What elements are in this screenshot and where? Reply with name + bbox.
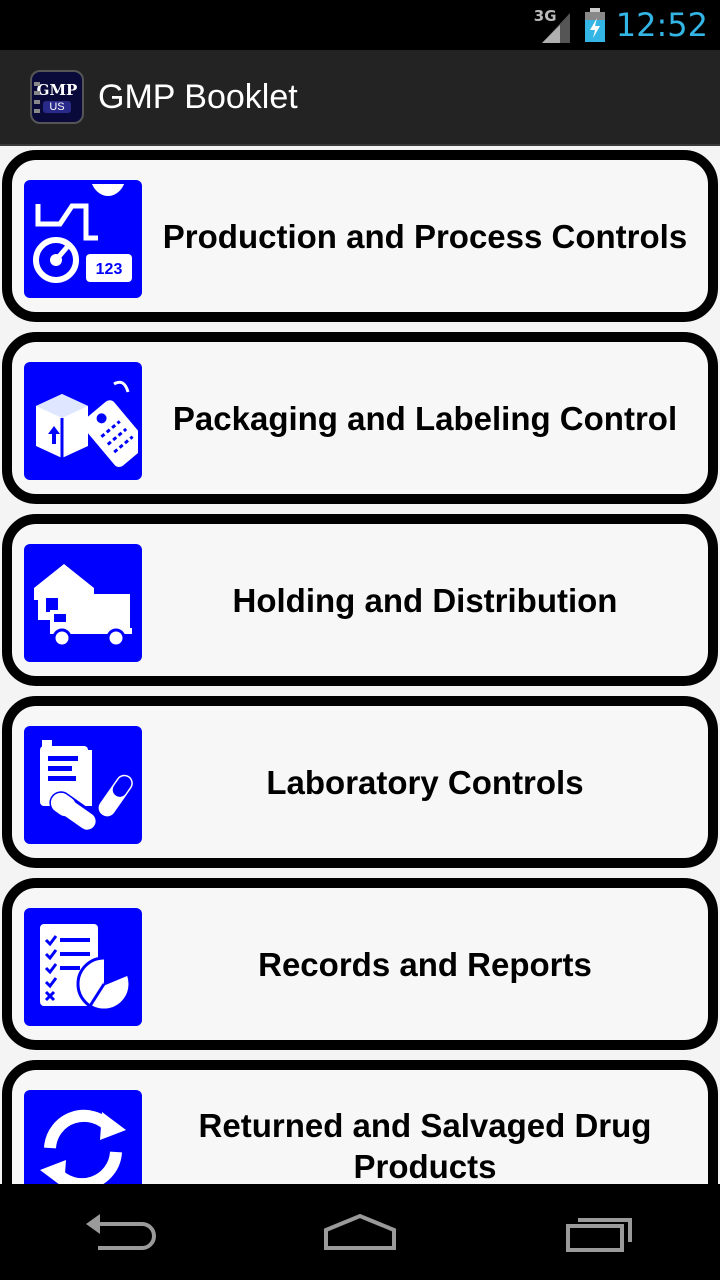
logo-text: GMP (36, 81, 78, 99)
list-item-production[interactable]: 123 Production and Process Controls (2, 150, 718, 322)
signal-icon: 3G (534, 7, 574, 43)
lab-capsule-icon (24, 726, 142, 844)
list-item-label: Laboratory Controls (266, 763, 584, 801)
box-tag-icon (24, 362, 142, 480)
status-bar: 3G 12:52 (0, 0, 720, 50)
app-title: GMP Booklet (98, 77, 298, 116)
list-item-label: Records and Reports (258, 945, 592, 983)
app-logo-icon[interactable]: GMP US (30, 70, 84, 124)
topic-list[interactable]: 123 Production and Process Controls Pack… (0, 148, 720, 1184)
navigation-bar (0, 1184, 720, 1280)
gauge-tank-icon: 123 (24, 180, 142, 298)
list-item-label: Holding and Distribution (232, 581, 618, 619)
recycle-arrows-icon (24, 1090, 142, 1184)
list-item-laboratory[interactable]: Laboratory Controls (2, 696, 718, 868)
list-item-packaging[interactable]: Packaging and Labeling Control (2, 332, 718, 504)
list-item-label: Returned and Salvaged Drug Products (198, 1107, 652, 1184)
clock: 12:52 (615, 6, 708, 44)
network-type: 3G (533, 7, 557, 25)
recent-apps-button[interactable] (540, 1197, 660, 1267)
list-item-records[interactable]: Records and Reports (2, 878, 718, 1050)
home-icon (324, 1213, 396, 1250)
home-button[interactable] (300, 1197, 420, 1267)
logo-subtext: US (43, 101, 71, 113)
battery-icon (584, 8, 606, 42)
back-button[interactable] (60, 1197, 180, 1267)
list-item-returned[interactable]: Returned and Salvaged Drug Products (2, 1060, 718, 1184)
action-bar: GMP US GMP Booklet (0, 50, 720, 146)
warehouse-truck-icon (24, 544, 142, 662)
list-item-label: Packaging and Labeling Control (172, 399, 678, 437)
checklist-pie-icon (24, 908, 142, 1026)
recent-apps-icon (566, 1218, 632, 1252)
list-item-holding[interactable]: Holding and Distribution (2, 514, 718, 686)
list-item-label: Production and Process Controls (162, 217, 688, 255)
back-icon (86, 1214, 156, 1250)
counter-text: 123 (96, 261, 123, 278)
